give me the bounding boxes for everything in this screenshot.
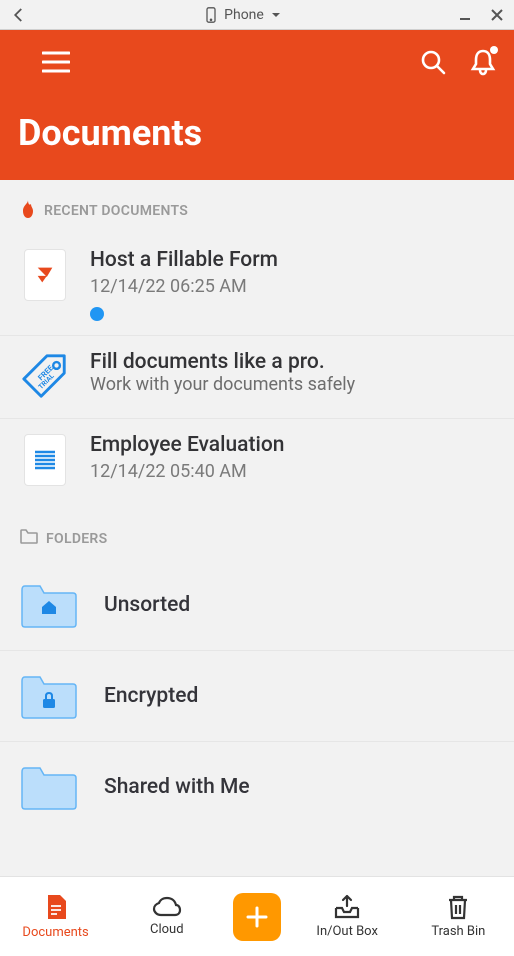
- recent-label: RECENT DOCUMENTS: [44, 203, 188, 219]
- search-button[interactable]: [420, 49, 446, 79]
- document-timestamp: 12/14/22 06:25 AM: [90, 276, 494, 297]
- page-title: Documents: [18, 112, 496, 154]
- app-header: Documents: [0, 30, 514, 180]
- folders-section-header: FOLDERS: [0, 501, 514, 560]
- free-trial-tag-icon: FREE TRIAL: [20, 351, 70, 403]
- close-button[interactable]: [490, 8, 504, 22]
- window-titlebar: Phone: [0, 0, 514, 30]
- documents-icon: [44, 893, 68, 921]
- nav-trash[interactable]: Trash Bin: [413, 894, 503, 939]
- folder-lock-icon: [20, 673, 78, 719]
- phone-icon: [204, 7, 218, 23]
- folders-label: FOLDERS: [46, 531, 107, 547]
- nav-label: In/Out Box: [316, 924, 378, 939]
- document-item[interactable]: Employee Evaluation 12/14/22 05:40 AM: [0, 419, 514, 501]
- document-title: Employee Evaluation: [90, 433, 494, 457]
- folder-icon: [20, 529, 38, 548]
- promo-title: Fill documents like a pro.: [90, 350, 494, 374]
- promo-subtitle: Work with your documents safely: [90, 374, 494, 395]
- folder-item-encrypted[interactable]: Encrypted: [0, 651, 514, 742]
- nav-label: Documents: [22, 925, 88, 940]
- plus-icon: [244, 904, 270, 930]
- menu-button[interactable]: [42, 51, 70, 77]
- nav-label: Cloud: [150, 922, 184, 937]
- trash-icon: [446, 894, 470, 920]
- nav-documents[interactable]: Documents: [11, 893, 101, 940]
- folder-item-shared[interactable]: Shared with Me: [0, 742, 514, 832]
- document-title: Host a Fillable Form: [90, 248, 494, 272]
- notifications-button[interactable]: [470, 48, 496, 80]
- recent-section-header: RECENT DOCUMENTS: [0, 180, 514, 234]
- nav-inout[interactable]: In/Out Box: [302, 894, 392, 939]
- content-area: RECENT DOCUMENTS Host a Fillable Form 12…: [0, 180, 514, 876]
- inbox-icon: [333, 894, 361, 920]
- folder-shared-icon: [20, 764, 78, 810]
- folder-home-icon: [20, 582, 78, 628]
- folder-title: Encrypted: [104, 684, 198, 708]
- folder-title: Unsorted: [104, 593, 190, 617]
- nav-cloud[interactable]: Cloud: [122, 896, 212, 937]
- notification-dot: [490, 46, 498, 54]
- folder-item-unsorted[interactable]: Unsorted: [0, 560, 514, 651]
- device-label[interactable]: Phone: [224, 7, 264, 23]
- nav-label: Trash Bin: [431, 924, 485, 939]
- add-button[interactable]: [233, 893, 281, 941]
- chevron-down-icon[interactable]: [270, 9, 282, 21]
- status-dot: [90, 307, 104, 321]
- document-item[interactable]: Host a Fillable Form 12/14/22 06:25 AM: [0, 234, 514, 336]
- document-timestamp: 12/14/22 05:40 AM: [90, 461, 494, 482]
- folder-title: Shared with Me: [104, 775, 250, 799]
- back-arrow-icon[interactable]: [10, 6, 28, 24]
- text-doc-icon: [24, 434, 66, 486]
- cloud-icon: [152, 896, 182, 918]
- bottom-nav: Documents Cloud In/Out Box Trash Bin: [0, 876, 514, 956]
- flame-icon: [20, 200, 36, 222]
- pdf-icon: [24, 249, 66, 301]
- promo-item[interactable]: FREE TRIAL Fill documents like a pro. Wo…: [0, 336, 514, 419]
- minimize-button[interactable]: [458, 8, 472, 22]
